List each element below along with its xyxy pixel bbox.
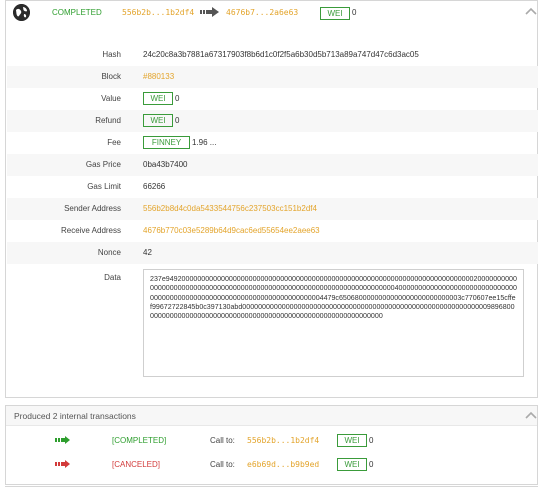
refund-amount: 0 <box>175 116 180 125</box>
nonce-value: 42 <box>143 248 152 257</box>
gas-price-value: 0ba43b7400 <box>143 160 188 169</box>
data-textarea[interactable]: 237e949200000000000000000000000000000000… <box>143 269 524 377</box>
refund-field: WEI 0 <box>143 114 179 127</box>
internal-transactions-card: Produced 2 internal transactions [COMPLE… <box>5 405 538 485</box>
gas-limit-value: 66266 <box>143 182 166 191</box>
fee-row: Fee FINNEY 1.96 ... <box>7 132 538 154</box>
sender-label: Sender Address <box>64 204 121 213</box>
gas-limit-label: Gas Limit <box>87 182 121 191</box>
unit-badge: WEI <box>337 458 367 471</box>
hash-label: Hash <box>102 50 121 59</box>
block-row: Block #880133 <box>7 66 538 88</box>
green-arrow-icon <box>55 436 71 446</box>
globe-icon <box>13 4 30 21</box>
block-link[interactable]: #880133 <box>143 72 174 81</box>
internal-header[interactable]: Produced 2 internal transactions <box>6 406 537 426</box>
nonce-row: Nonce 42 <box>7 242 538 264</box>
value-amount: 0 <box>175 94 180 103</box>
gas-limit-row: Gas Limit 66266 <box>7 176 538 198</box>
internal-value: 0 <box>369 436 374 445</box>
receiver-address-link[interactable]: 4676b770c03e5289b64d9cac6ed55654ee2aee63 <box>143 226 320 235</box>
internal-status: [COMPLETED] <box>112 436 167 445</box>
refund-label: Refund <box>95 116 121 125</box>
gas-price-label: Gas Price <box>85 160 121 169</box>
internal-row: [CANCELED] Call to: e6b69d...b9b9ed WEI … <box>6 454 537 474</box>
hash-value: 24c20c8a3b7881a67317903f8b6d1c0f2f5a6b30… <box>143 50 419 59</box>
red-arrow-icon <box>55 460 71 470</box>
header-value: 0 <box>352 8 357 17</box>
chevron-up-icon[interactable] <box>525 7 537 15</box>
to-address-short[interactable]: 4676b7...2a6e63 <box>226 8 298 17</box>
receiver-row: Receive Address 4676b770c03e5289b64d9cac… <box>7 220 538 242</box>
internal-status: [CANCELED] <box>112 460 161 469</box>
sender-address-link[interactable]: 556b2b8d4c0da5433544756c237503cc151b2df4 <box>143 204 317 213</box>
fee-unit-badge: FINNEY <box>143 136 190 149</box>
unit-badge: WEI <box>320 7 350 20</box>
call-to-address[interactable]: 556b2b...1b2df4 <box>247 436 319 445</box>
internal-title: Produced 2 internal transactions <box>14 411 136 421</box>
sender-row: Sender Address 556b2b8d4c0da5433544756c2… <box>7 198 538 220</box>
block-label: Block <box>101 72 121 81</box>
chevron-up-icon[interactable] <box>525 411 537 419</box>
fee-field: FINNEY 1.96 ... <box>143 136 216 149</box>
refund-row: Refund WEI 0 <box>7 110 538 132</box>
unit-badge: WEI <box>337 434 367 447</box>
transaction-header[interactable]: COMPLETED 556b2b...1b2df4 4676b7...2a6e6… <box>6 1 537 25</box>
call-to-address[interactable]: e6b69d...b9b9ed <box>247 460 319 469</box>
gas-price-row: Gas Price 0ba43b7400 <box>7 154 538 176</box>
value-label: Value <box>101 94 121 103</box>
arrow-right-icon <box>200 7 220 19</box>
next-card-edge <box>5 486 538 490</box>
transaction-status: COMPLETED <box>52 8 102 17</box>
nonce-label: Nonce <box>97 248 121 257</box>
receiver-label: Receive Address <box>60 226 121 235</box>
value-field: WEI 0 <box>143 92 179 105</box>
call-to-label: Call to: <box>210 436 235 445</box>
call-to-label: Call to: <box>210 460 235 469</box>
hash-row: Hash 24c20c8a3b7881a67317903f8b6d1c0f2f5… <box>7 44 538 66</box>
value-row: Value WEI 0 <box>7 88 538 110</box>
from-address-short[interactable]: 556b2b...1b2df4 <box>122 8 194 17</box>
internal-value: 0 <box>369 460 374 469</box>
internal-row: [COMPLETED] Call to: 556b2b...1b2df4 WEI… <box>6 430 537 450</box>
refund-unit-badge: WEI <box>143 114 173 127</box>
fee-amount: 1.96 ... <box>192 138 217 147</box>
transaction-card: COMPLETED 556b2b...1b2df4 4676b7...2a6e6… <box>5 0 538 398</box>
data-label: Data <box>104 273 121 282</box>
value-unit-badge: WEI <box>143 92 173 105</box>
fee-label: Fee <box>107 138 121 147</box>
